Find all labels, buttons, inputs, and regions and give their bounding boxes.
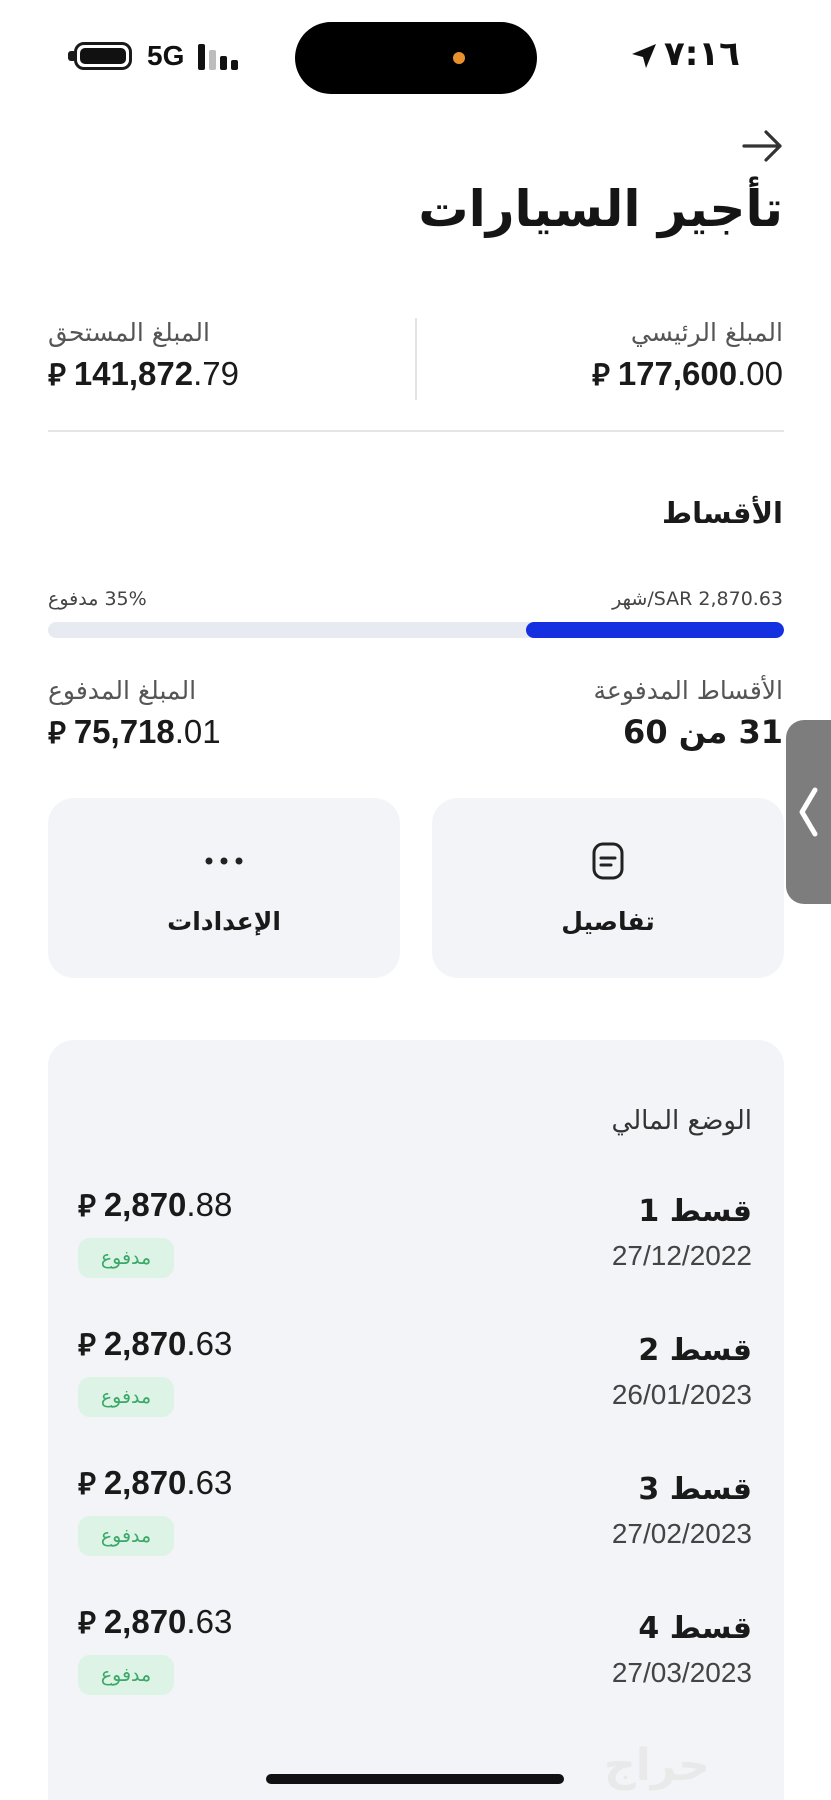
privacy-indicator-dot (453, 52, 465, 64)
paid-status-badge: مدفوع (78, 1516, 174, 1556)
paid-status-badge: مدفوع (78, 1655, 174, 1695)
paid-installments-value: 31 من 60 (623, 713, 783, 751)
section-divider (48, 430, 784, 432)
payment-progress-fill (526, 622, 784, 638)
payment-progress-bar (48, 622, 784, 638)
details-button[interactable]: تفاصيل (432, 798, 784, 978)
paid-installments-label: الأقساط المدفوعة (593, 676, 783, 705)
back-arrow-icon[interactable] (740, 126, 786, 166)
paid-installments-block: الأقساط المدفوعة 31 من 60 (453, 676, 783, 751)
dynamic-island (295, 22, 537, 94)
installment-amount: ⃁ 2,870 .63 (78, 1325, 233, 1363)
installment-date: 26/01/2023 (611, 1379, 752, 1410)
installment-date: 27/03/2023 (611, 1657, 752, 1688)
riyal-symbol-icon: ⃁ (592, 358, 610, 393)
installment-name: قسط 2 (638, 1333, 752, 1368)
installment-amount: ⃁ 2,870 .88 (78, 1186, 233, 1224)
status-time: ٧:١٦ (664, 34, 740, 74)
home-indicator[interactable] (266, 1774, 564, 1784)
installment-row[interactable]: قسط 3 27/02/2023 ⃁ 2,870 .63 مدفوع (48, 1464, 784, 1594)
paid-status-badge: مدفوع (78, 1238, 174, 1278)
installment-name: قسط 3 (638, 1472, 752, 1507)
riyal-symbol-icon: ⃁ (78, 1467, 96, 1502)
installments-title: الأقساط (661, 496, 783, 530)
financial-status-panel: الوضع المالي قسط 1 27/12/2022 ⃁ 2,870 .8… (48, 1040, 784, 1800)
app-screen: 5G ٧:١٦ تأجير السيارات المبلغ الرئيسي ⃁ … (0, 0, 831, 1800)
installment-date: 27/12/2022 (611, 1240, 752, 1271)
riyal-symbol-icon: ⃁ (48, 716, 66, 751)
paid-amount-label: المبلغ المدفوع (48, 676, 197, 705)
installment-name: قسط 4 (638, 1611, 752, 1646)
installment-amount: ⃁ 2,870 .63 (78, 1603, 233, 1641)
battery-nub (68, 51, 74, 61)
summary-divider (415, 318, 417, 400)
installment-name: قسط 1 (638, 1194, 752, 1229)
paid-percent-text: 35% مدفوع (48, 588, 147, 610)
document-icon (588, 841, 628, 881)
battery-icon (74, 42, 132, 70)
more-dots-icon (204, 841, 244, 881)
paid-amount: ⃁ 75,718 .01 (48, 713, 221, 751)
page-title: تأجير السيارات (418, 180, 783, 238)
due-label: المبلغ المستحق (48, 318, 210, 347)
installment-row[interactable]: قسط 1 27/12/2022 ⃁ 2,870 .88 مدفوع (48, 1186, 784, 1316)
due-amount: ⃁ 141,872 .79 (48, 355, 239, 393)
location-arrow-icon (632, 44, 656, 68)
due-amount-block: المبلغ المستحق ⃁ 141,872 .79 (48, 318, 378, 394)
principal-label: المبلغ الرئيسي (630, 318, 783, 347)
riyal-symbol-icon: ⃁ (48, 358, 66, 393)
chevron-left-icon (799, 787, 818, 837)
principal-amount-block: المبلغ الرئيسي ⃁ 177,600 .00 (453, 318, 783, 394)
paid-amount-block: المبلغ المدفوع ⃁ 75,718 .01 (48, 676, 378, 752)
network-type: 5G (147, 40, 185, 71)
principal-amount: ⃁ 177,600 .00 (592, 355, 783, 393)
installment-row[interactable]: قسط 4 27/03/2023 ⃁ 2,870 .63 مدفوع (48, 1603, 784, 1733)
watermark-logo: حراج (604, 1740, 710, 1791)
riyal-symbol-icon: ⃁ (78, 1328, 96, 1363)
installment-row[interactable]: قسط 2 26/01/2023 ⃁ 2,870 .63 مدفوع (48, 1325, 784, 1455)
status-bar: 5G ٧:١٦ (0, 0, 831, 110)
financial-status-title: الوضع المالي (611, 1106, 752, 1136)
installment-amount: ⃁ 2,870 .63 (78, 1464, 233, 1502)
riyal-symbol-icon: ⃁ (78, 1606, 96, 1641)
settings-button[interactable]: الإعدادات (48, 798, 400, 978)
side-panel-handle[interactable] (786, 720, 831, 904)
signal-icon (198, 42, 242, 70)
monthly-amount-text: SAR 2,870.63/شهر (612, 588, 783, 610)
riyal-symbol-icon: ⃁ (78, 1189, 96, 1224)
settings-label: الإعدادات (167, 906, 281, 936)
details-label: تفاصيل (561, 906, 655, 936)
installment-date: 27/02/2023 (611, 1518, 752, 1549)
paid-status-badge: مدفوع (78, 1377, 174, 1417)
